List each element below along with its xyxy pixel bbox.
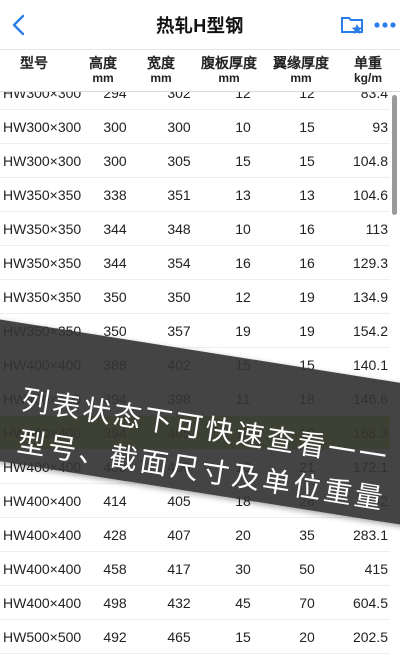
cell-height: 300 — [103, 153, 127, 169]
cell-width: 465 — [167, 629, 191, 645]
table-row[interactable]: HW500×500 492 465 15 20 202.5 — [0, 620, 390, 654]
cell-unit-weight: 154.2 — [352, 323, 388, 339]
cell-height: 300 — [103, 119, 127, 135]
cell-model: HW400×400 — [3, 595, 82, 611]
cell-model: HW300×300 — [3, 92, 82, 101]
cell-flange-thickness: 20 — [299, 629, 315, 645]
cell-width: 354 — [167, 255, 191, 271]
cell-width: 351 — [167, 187, 191, 203]
table-row[interactable]: HW350×350 350 350 12 19 134.9 — [0, 280, 390, 314]
cell-model: HW300×300 — [3, 153, 82, 169]
cell-width: 302 — [167, 92, 191, 101]
table-row[interactable]: HW300×300 300 305 15 15 104.8 — [0, 144, 390, 178]
cell-flange-thickness: 16 — [299, 255, 315, 271]
cell-height: 350 — [103, 289, 127, 305]
cell-width: 305 — [167, 153, 191, 169]
cell-web-thickness: 16 — [235, 255, 251, 271]
cell-model: HW350×350 — [3, 187, 82, 203]
cell-unit-weight: 283.1 — [352, 527, 388, 543]
cell-unit-weight: 604.5 — [352, 595, 388, 611]
scrollbar[interactable] — [392, 95, 397, 215]
cell-web-thickness: 10 — [235, 119, 251, 135]
cell-unit-weight: 415 — [364, 561, 388, 577]
cell-flange-thickness: 19 — [299, 323, 315, 339]
column-header-width: 宽度 mm — [147, 55, 175, 86]
cell-height: 344 — [103, 221, 127, 237]
more-dots-icon — [374, 22, 396, 28]
cell-unit-weight: 129.3 — [352, 255, 388, 271]
cell-model: HW500×500 — [3, 629, 82, 645]
column-header-web-thickness: 腹板厚度 mm — [201, 55, 257, 86]
cell-flange-thickness: 15 — [299, 153, 315, 169]
page-title: 热轧H型钢 — [156, 15, 244, 36]
cell-web-thickness: 30 — [235, 561, 251, 577]
cell-unit-weight: 83.4 — [360, 92, 388, 101]
cell-model: HW350×350 — [3, 221, 82, 237]
cell-width: 348 — [167, 221, 191, 237]
cell-width: 350 — [167, 289, 191, 305]
cell-unit-weight: 202.5 — [352, 629, 388, 645]
column-header-flange-thickness: 翼缘厚度 mm — [273, 55, 329, 86]
column-header-height: 高度 mm — [89, 55, 117, 86]
cell-height: 498 — [103, 595, 127, 611]
cell-model: HW350×350 — [3, 289, 82, 305]
cell-unit-weight: 104.8 — [352, 153, 388, 169]
cell-height: 492 — [103, 629, 127, 645]
cell-web-thickness: 10 — [235, 221, 251, 237]
table-row[interactable]: HW400×400 428 407 20 35 283.1 — [0, 518, 390, 552]
cell-unit-weight: 134.9 — [352, 289, 388, 305]
cell-flange-thickness: 19 — [299, 289, 315, 305]
cell-web-thickness: 13 — [235, 187, 251, 203]
cell-web-thickness: 45 — [235, 595, 251, 611]
cell-width: 357 — [167, 323, 191, 339]
cell-flange-thickness: 15 — [299, 119, 315, 135]
cell-height: 344 — [103, 255, 127, 271]
table-row[interactable]: HW400×400 458 417 30 50 415 — [0, 552, 390, 586]
cell-flange-thickness: 50 — [299, 561, 315, 577]
cell-model: HW400×400 — [3, 527, 82, 543]
cell-model: HW400×400 — [3, 561, 82, 577]
cell-web-thickness: 15 — [235, 153, 251, 169]
cell-height: 338 — [103, 187, 127, 203]
table-row[interactable]: HW400×400 498 432 45 70 604.5 — [0, 586, 390, 620]
column-header-unit-weight: 单重 kg/m — [353, 55, 382, 86]
cell-model: HW350×350 — [3, 255, 82, 271]
favorite-button[interactable] — [340, 12, 366, 38]
cell-web-thickness: 12 — [235, 92, 251, 101]
cell-model: HW300×300 — [3, 119, 82, 135]
cell-flange-thickness: 13 — [299, 187, 315, 203]
cell-web-thickness: 12 — [235, 289, 251, 305]
back-button[interactable] — [6, 11, 32, 39]
cell-unit-weight: 93 — [372, 119, 388, 135]
table-row[interactable]: HW300×300 294 302 12 12 83.4 — [0, 92, 390, 110]
chevron-left-icon — [12, 14, 25, 36]
cell-model: HW400×400 — [3, 493, 82, 509]
column-header-model: 型号 — [20, 55, 48, 71]
cell-height: 294 — [103, 92, 127, 101]
cell-flange-thickness: 70 — [299, 595, 315, 611]
cell-height: 458 — [103, 561, 127, 577]
table-row[interactable]: HW300×300 300 300 10 15 93 — [0, 110, 390, 144]
table-row[interactable]: HW350×350 344 348 10 16 113 — [0, 212, 390, 246]
more-button[interactable] — [372, 12, 398, 38]
cell-flange-thickness: 16 — [299, 221, 315, 237]
cell-width: 300 — [167, 119, 191, 135]
cell-width: 432 — [167, 595, 191, 611]
folder-star-icon — [341, 17, 363, 34]
table-header: 型号 高度 mm 宽度 mm 腹板厚度 mm 翼缘厚度 mm 单重 kg/m — [0, 50, 400, 92]
table-row[interactable]: HW350×350 338 351 13 13 104.6 — [0, 178, 390, 212]
cell-unit-weight: 104.6 — [352, 187, 388, 203]
cell-flange-thickness: 35 — [299, 527, 315, 543]
table-row[interactable]: HW350×350 344 354 16 16 129.3 — [0, 246, 390, 280]
cell-unit-weight: 113 — [365, 221, 388, 237]
cell-width: 417 — [167, 561, 191, 577]
cell-flange-thickness: 12 — [299, 92, 315, 101]
cell-web-thickness: 20 — [235, 527, 251, 543]
cell-web-thickness: 19 — [235, 323, 251, 339]
cell-height: 428 — [103, 527, 127, 543]
nav-bar: 热轧H型钢 — [0, 0, 400, 50]
cell-web-thickness: 15 — [235, 629, 251, 645]
cell-height: 414 — [103, 493, 127, 509]
cell-width: 407 — [167, 527, 191, 543]
